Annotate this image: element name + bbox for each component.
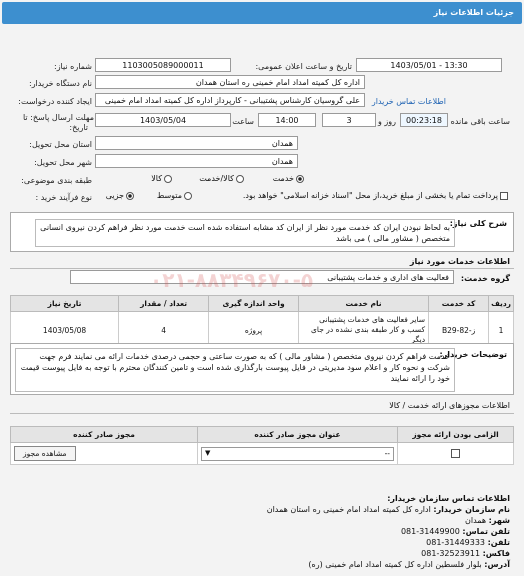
col-issuer-title: عنوان مجوز صادر کننده [197, 426, 398, 443]
radio-icon [184, 191, 192, 200]
contact-fax: فاکس: 081-32523911 [421, 549, 510, 558]
buyer-field: اداره کل کمیته امداد امام خمینی ره استان… [95, 75, 365, 89]
remaining-label: ساعت باقی مانده [450, 117, 510, 126]
col-required: الزامی بودن ارائه مجوز [397, 426, 514, 443]
checkbox-icon[interactable] [451, 449, 460, 459]
deadline-date-field: 1403/05/04 [95, 113, 231, 127]
contact-org: نام سازمان خریدار: اداره کل کمیته امداد … [266, 505, 510, 514]
contact-phone: تلفن تماس: 081-31449900 [400, 527, 510, 536]
province-label: استان محل تحویل: [29, 140, 92, 149]
purchase-option-medium[interactable]: متوسط [157, 191, 194, 200]
requester-label: ایجاد کننده درخواست: [18, 97, 92, 106]
view-permit-button[interactable]: مشاهده مجوز [14, 446, 76, 461]
service-group-label: گروه خدمت: [460, 274, 510, 283]
announce-field: 1403/05/01 - 13:30 [356, 58, 502, 72]
announce-label: تاریخ و ساعت اعلان عمومی: [255, 62, 352, 71]
deadline-label: مهلت ارسال پاسخ: تا [22, 113, 94, 122]
deadline-date-label: تاریخ: [69, 123, 88, 132]
category-option-goods-service[interactable]: کالا/خدمت [199, 174, 246, 183]
payment-treasury-checkbox[interactable]: پرداخت تمام یا بخشی از مبلغ خرید،از محل … [243, 191, 510, 200]
deadline-time-field: 14:00 [258, 113, 316, 127]
requester-field: علی گروسیان کارشناس پشتیبانی - کارپرداز … [95, 93, 365, 107]
permits-section-title: اطلاعات مجوزهای ارائه خدمت / کالا [389, 401, 510, 410]
city-label: شهر محل تحویل: [34, 158, 92, 167]
need-number-label: شماره نیاز: [54, 62, 92, 71]
services-table: ردیف کد خدمت نام خدمت واحد اندازه گیری ت… [9, 295, 514, 349]
description-label: شرح کلی نیاز: [449, 219, 507, 228]
permits-header-row: الزامی بودن ارائه مجوز عنوان مجوز صادر ک… [10, 426, 514, 443]
city-field: همدان [95, 154, 298, 168]
days-label: روز و [378, 117, 396, 126]
permits-row: -- ▼ مشاهده مجوز [10, 442, 514, 465]
category-option-service[interactable]: خدمت [273, 174, 306, 183]
buyer-notes-panel: توضیحات خریدار: خدمت فراهم کردن نیروی مت… [10, 343, 514, 395]
col-unit: واحد اندازه گیری [208, 295, 300, 312]
issuer-select[interactable]: -- ▼ [201, 446, 394, 461]
description-text: به لحاظ نبودن ایران کد خدمت مورد نظر از … [35, 219, 455, 247]
days-field: 3 [322, 113, 376, 127]
description-panel: شرح کلی نیاز: به لحاظ نبودن ایران کد خدم… [10, 212, 514, 252]
contact-city: شهر: همدان [464, 516, 510, 525]
radio-selected-icon [296, 174, 304, 183]
cell-required [397, 442, 514, 465]
col-date: تاریخ نیاز [9, 295, 120, 312]
category-option-goods[interactable]: کالا [151, 174, 174, 183]
contact-phone2: تلفن: 081-31449333 [426, 538, 510, 547]
buyer-notes-text: خدمت فراهم کردن نیروی متخصص ( مشاور مالی… [15, 348, 455, 392]
col-code: کد خدمت [428, 295, 490, 312]
col-qty: تعداد / مقدار [118, 295, 210, 312]
chevron-down-icon: ▼ [205, 448, 211, 457]
cell-issuer-select: -- ▼ [197, 442, 398, 465]
checkbox-icon [500, 191, 508, 200]
category-label: طبقه بندی موضوعی: [21, 176, 92, 185]
phone-watermark: ۰۲۱-۸۸۳۴۹۶۷۰-۵ [150, 268, 314, 292]
province-field: همدان [95, 136, 298, 150]
need-number-field: 1103005089000011 [95, 58, 231, 72]
remaining-time-field: 00:23:18 [400, 113, 448, 127]
time-label: ساعت [232, 117, 254, 126]
page-title: جزئیات اطلاعات نیاز [2, 2, 522, 24]
purchase-label: نوع فرآیند خرید : [35, 193, 92, 202]
contact-section-title: اطلاعات تماس سازمان خریدار: [387, 494, 510, 503]
radio-icon [164, 174, 172, 183]
radio-icon [236, 174, 244, 183]
permits-table: الزامی بودن ارائه مجوز عنوان مجوز صادر ک… [10, 426, 514, 465]
purchase-option-minor[interactable]: جزیی [106, 191, 136, 200]
buyer-contact-link[interactable]: اطلاعات تماس خریدار [372, 97, 446, 106]
table-header-row: ردیف کد خدمت نام خدمت واحد اندازه گیری ت… [9, 295, 514, 312]
divider [10, 413, 514, 414]
col-permit-name: مجوز صادر کننده [10, 426, 198, 443]
buyer-label: نام دستگاه خریدار: [29, 79, 92, 88]
cell-view-permit: مشاهده مجوز [10, 442, 198, 465]
radio-selected-icon [126, 191, 134, 200]
contact-address: آدرس: بلوار فلسطین اداره کل کمیته امداد … [308, 560, 510, 569]
services-section-title: اطلاعات خدمات مورد نیاز [409, 257, 510, 266]
col-name: نام خدمت [298, 295, 430, 312]
col-row: ردیف [488, 295, 514, 312]
